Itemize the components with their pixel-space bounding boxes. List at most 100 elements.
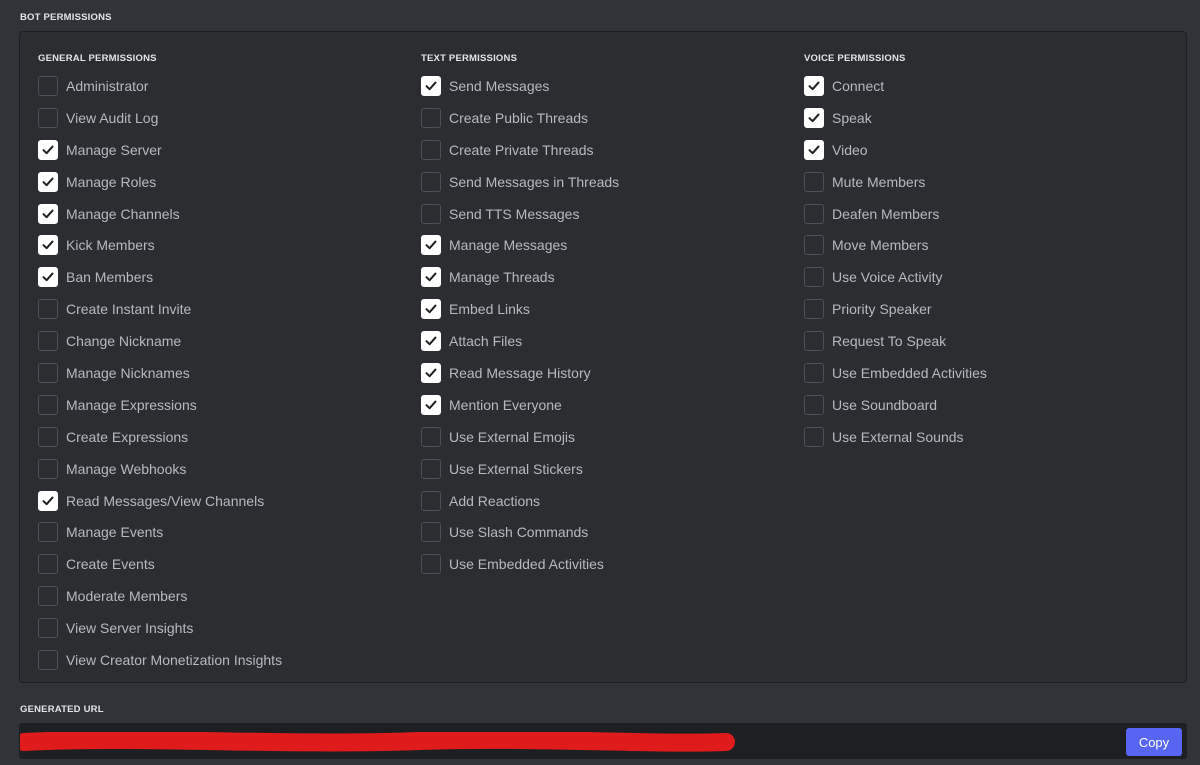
permission-use-slash-commands[interactable]: Use Slash Commands <box>421 516 791 548</box>
permission-create-private-threads[interactable]: Create Private Threads <box>421 134 791 166</box>
checkbox-create-expressions[interactable] <box>38 426 58 447</box>
checkbox-use-external-sounds[interactable] <box>804 426 824 447</box>
checkbox-send-messages[interactable] <box>421 75 441 96</box>
checkbox-view-creator-monetization-insights[interactable] <box>38 649 58 670</box>
permission-view-audit-log[interactable]: View Audit Log <box>38 102 408 134</box>
permission-use-embedded-activities[interactable]: Use Embedded Activities <box>804 357 1174 389</box>
checkbox-manage-channels[interactable] <box>38 203 58 224</box>
permission-create-public-threads[interactable]: Create Public Threads <box>421 102 791 134</box>
checkbox-connect[interactable] <box>804 75 824 96</box>
checkbox-use-soundboard[interactable] <box>804 394 824 415</box>
checkbox-manage-threads[interactable] <box>421 267 441 288</box>
permission-moderate-members[interactable]: Moderate Members <box>38 580 408 612</box>
text-permissions-column: TEXT PERMISSIONS Send Messages Create Pub… <box>421 52 791 580</box>
checkbox-ban-members[interactable] <box>38 267 58 288</box>
permission-create-expressions[interactable]: Create Expressions <box>38 421 408 453</box>
permission-send-messages-in-threads[interactable]: Send Messages in Threads <box>421 166 791 198</box>
checkbox-use-voice-activity[interactable] <box>804 267 824 288</box>
checkbox-kick-members[interactable] <box>38 235 58 256</box>
permission-use-external-stickers[interactable]: Use External Stickers <box>421 453 791 485</box>
permission-administrator[interactable]: Administrator <box>38 70 408 102</box>
permission-video[interactable]: Video <box>804 134 1174 166</box>
permission-manage-nicknames[interactable]: Manage Nicknames <box>38 357 408 389</box>
generated-url-field[interactable]: Copy <box>19 723 1187 759</box>
permission-read-message-history[interactable]: Read Message History <box>421 357 791 389</box>
permission-label: Use External Emojis <box>449 428 576 445</box>
permission-use-external-emojis[interactable]: Use External Emojis <box>421 421 791 453</box>
checkbox-manage-events[interactable] <box>38 522 58 543</box>
checkbox-add-reactions[interactable] <box>421 490 441 511</box>
permission-send-tts-messages[interactable]: Send TTS Messages <box>421 198 791 230</box>
checkbox-create-public-threads[interactable] <box>421 107 441 128</box>
permission-create-events[interactable]: Create Events <box>38 548 408 580</box>
checkbox-video[interactable] <box>804 139 824 160</box>
permission-request-to-speak[interactable]: Request To Speak <box>804 325 1174 357</box>
checkbox-manage-messages[interactable] <box>421 235 441 256</box>
permission-send-messages[interactable]: Send Messages <box>421 70 791 102</box>
copy-button[interactable]: Copy <box>1126 728 1182 756</box>
permission-change-nickname[interactable]: Change Nickname <box>38 325 408 357</box>
permission-use-embedded-activities[interactable]: Use Embedded Activities <box>421 548 791 580</box>
checkbox-move-members[interactable] <box>804 235 824 256</box>
permission-ban-members[interactable]: Ban Members <box>38 261 408 293</box>
checkbox-view-server-insights[interactable] <box>38 618 58 639</box>
checkbox-use-external-emojis[interactable] <box>421 426 441 447</box>
permission-move-members[interactable]: Move Members <box>804 229 1174 261</box>
checkbox-create-events[interactable] <box>38 554 58 575</box>
checkbox-use-embedded-activities[interactable] <box>421 554 441 575</box>
checkbox-manage-nicknames[interactable] <box>38 362 58 383</box>
permission-create-instant-invite[interactable]: Create Instant Invite <box>38 293 408 325</box>
permission-connect[interactable]: Connect <box>804 70 1174 102</box>
checkbox-mute-members[interactable] <box>804 171 824 192</box>
checkbox-use-embedded-activities[interactable] <box>804 362 824 383</box>
checkbox-priority-speaker[interactable] <box>804 299 824 320</box>
checkbox-change-nickname[interactable] <box>38 331 58 352</box>
checkbox-send-messages-in-threads[interactable] <box>421 171 441 192</box>
checkbox-manage-server[interactable] <box>38 139 58 160</box>
checkbox-create-private-threads[interactable] <box>421 139 441 160</box>
permission-mention-everyone[interactable]: Mention Everyone <box>421 389 791 421</box>
checkbox-mention-everyone[interactable] <box>421 394 441 415</box>
checkbox-attach-files[interactable] <box>421 331 441 352</box>
checkbox-send-tts-messages[interactable] <box>421 203 441 224</box>
permission-manage-threads[interactable]: Manage Threads <box>421 261 791 293</box>
permission-use-voice-activity[interactable]: Use Voice Activity <box>804 261 1174 293</box>
permission-speak[interactable]: Speak <box>804 102 1174 134</box>
permission-label: Connect <box>832 77 885 94</box>
permission-label: Manage Expressions <box>66 396 197 413</box>
checkbox-use-slash-commands[interactable] <box>421 522 441 543</box>
permission-add-reactions[interactable]: Add Reactions <box>421 485 791 517</box>
permission-manage-messages[interactable]: Manage Messages <box>421 229 791 261</box>
checkbox-embed-links[interactable] <box>421 299 441 320</box>
checkbox-speak[interactable] <box>804 107 824 128</box>
permission-deafen-members[interactable]: Deafen Members <box>804 198 1174 230</box>
checkbox-manage-webhooks[interactable] <box>38 458 58 479</box>
permission-manage-roles[interactable]: Manage Roles <box>38 166 408 198</box>
checkbox-manage-roles[interactable] <box>38 171 58 192</box>
permission-attach-files[interactable]: Attach Files <box>421 325 791 357</box>
checkbox-deafen-members[interactable] <box>804 203 824 224</box>
checkbox-manage-expressions[interactable] <box>38 394 58 415</box>
permission-view-server-insights[interactable]: View Server Insights <box>38 612 408 644</box>
permission-read-messages-view-channels[interactable]: Read Messages/View Channels <box>38 485 408 517</box>
permission-mute-members[interactable]: Mute Members <box>804 166 1174 198</box>
checkbox-read-message-history[interactable] <box>421 362 441 383</box>
checkbox-use-external-stickers[interactable] <box>421 458 441 479</box>
checkbox-request-to-speak[interactable] <box>804 331 824 352</box>
permission-view-creator-monetization-insights[interactable]: View Creator Monetization Insights <box>38 644 408 676</box>
permission-kick-members[interactable]: Kick Members <box>38 229 408 261</box>
permission-manage-server[interactable]: Manage Server <box>38 134 408 166</box>
permission-embed-links[interactable]: Embed Links <box>421 293 791 325</box>
checkbox-view-audit-log[interactable] <box>38 107 58 128</box>
permission-use-external-sounds[interactable]: Use External Sounds <box>804 421 1174 453</box>
permission-manage-events[interactable]: Manage Events <box>38 516 408 548</box>
checkbox-create-instant-invite[interactable] <box>38 299 58 320</box>
permission-use-soundboard[interactable]: Use Soundboard <box>804 389 1174 421</box>
permission-manage-channels[interactable]: Manage Channels <box>38 198 408 230</box>
permission-manage-expressions[interactable]: Manage Expressions <box>38 389 408 421</box>
permission-priority-speaker[interactable]: Priority Speaker <box>804 293 1174 325</box>
checkbox-moderate-members[interactable] <box>38 586 58 607</box>
permission-manage-webhooks[interactable]: Manage Webhooks <box>38 453 408 485</box>
checkbox-read-messages-view-channels[interactable] <box>38 490 58 511</box>
checkbox-administrator[interactable] <box>38 75 58 96</box>
